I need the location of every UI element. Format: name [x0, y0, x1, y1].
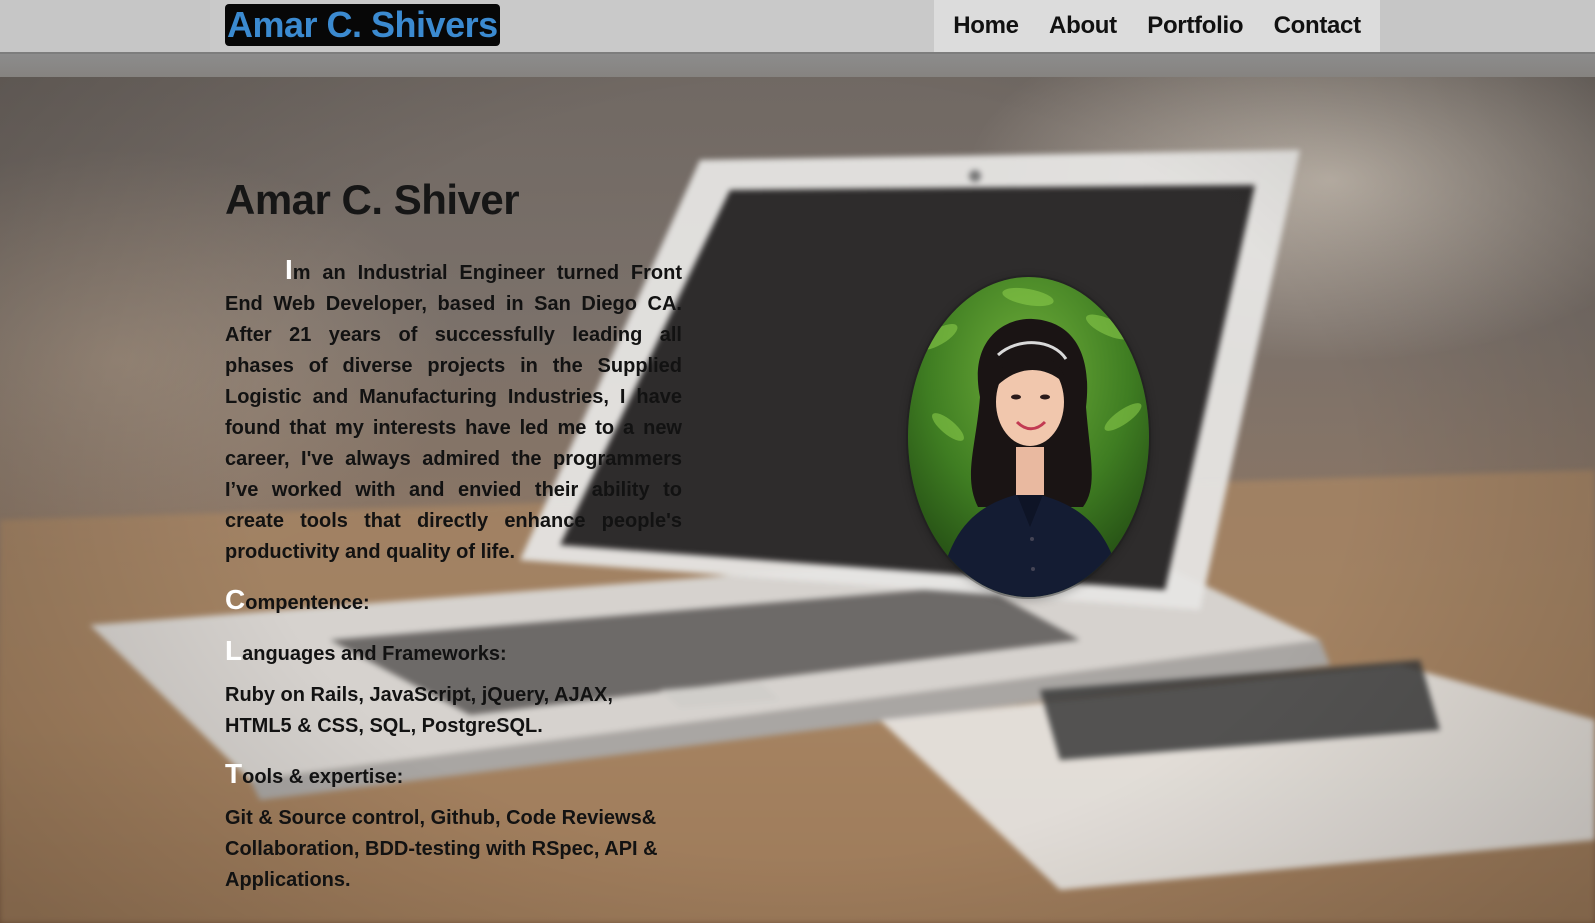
nav-links: Home About Portfolio Contact: [934, 0, 1380, 52]
navbar: Amar C. Shivers Home About Portfolio Con…: [210, 0, 1380, 52]
languages-heading: Languages and Frameworks:: [225, 635, 682, 670]
intro-paragraph: Im an Industrial Engineer turned Front E…: [225, 254, 682, 568]
languages-drop-cap: L: [225, 635, 243, 666]
competence-drop-cap: C: [225, 584, 246, 615]
top-bar-shadow: [0, 54, 1595, 77]
nav-link-about[interactable]: About: [1049, 12, 1117, 40]
about-section: Amar C. Shiver Im an Industrial Engineer…: [225, 170, 682, 896]
languages-list: Ruby on Rails, JavaScript, jQuery, AJAX,…: [225, 684, 613, 737]
intro-drop-cap: I: [285, 254, 293, 285]
profile-photo: [908, 277, 1149, 597]
languages-heading-text: anguages and Frameworks:: [242, 643, 507, 665]
competence-heading: Compentence:: [225, 584, 682, 619]
tools-drop-cap: T: [225, 758, 243, 789]
tools-heading: Tools & expertise:: [225, 758, 682, 793]
competence-heading-text: ompentence:: [245, 592, 370, 614]
intro-text: m an Industrial Engineer turned Front En…: [225, 262, 682, 563]
tools-heading-text: ools & expertise:: [242, 766, 404, 788]
page-title: Amar C. Shiver: [225, 176, 520, 223]
brand-logo-link[interactable]: Amar C. Shivers: [225, 4, 500, 46]
nav-link-home[interactable]: Home: [953, 12, 1019, 40]
tools-list: Git & Source control, Github, Code Revie…: [225, 807, 658, 891]
nav-link-portfolio[interactable]: Portfolio: [1147, 12, 1243, 40]
nav-link-contact[interactable]: Contact: [1274, 12, 1362, 40]
